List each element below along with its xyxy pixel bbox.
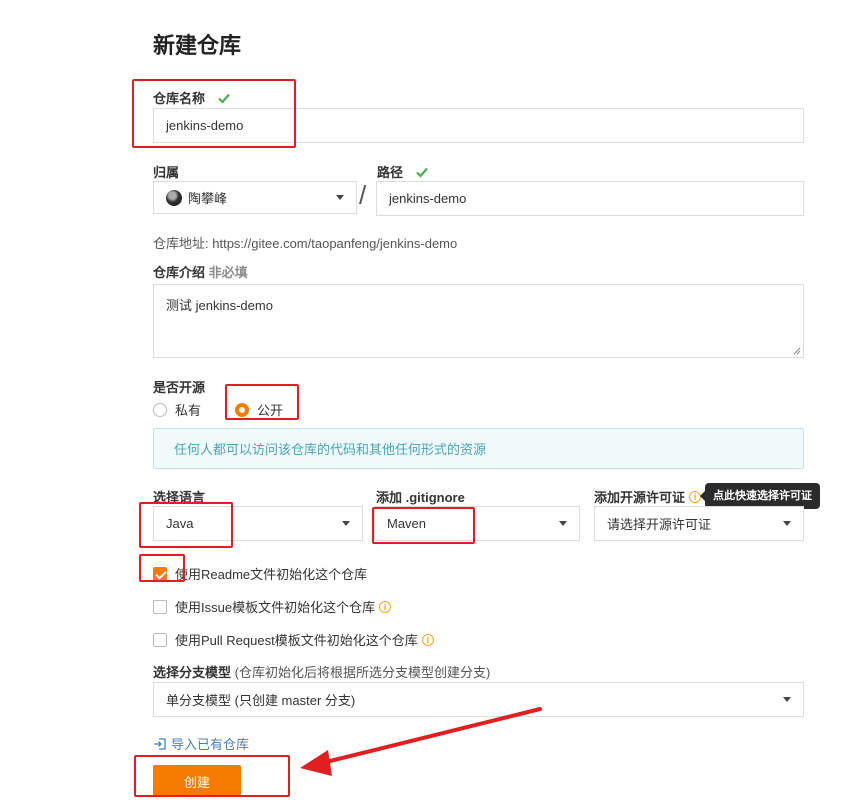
annotation-arrow [300,707,542,776]
